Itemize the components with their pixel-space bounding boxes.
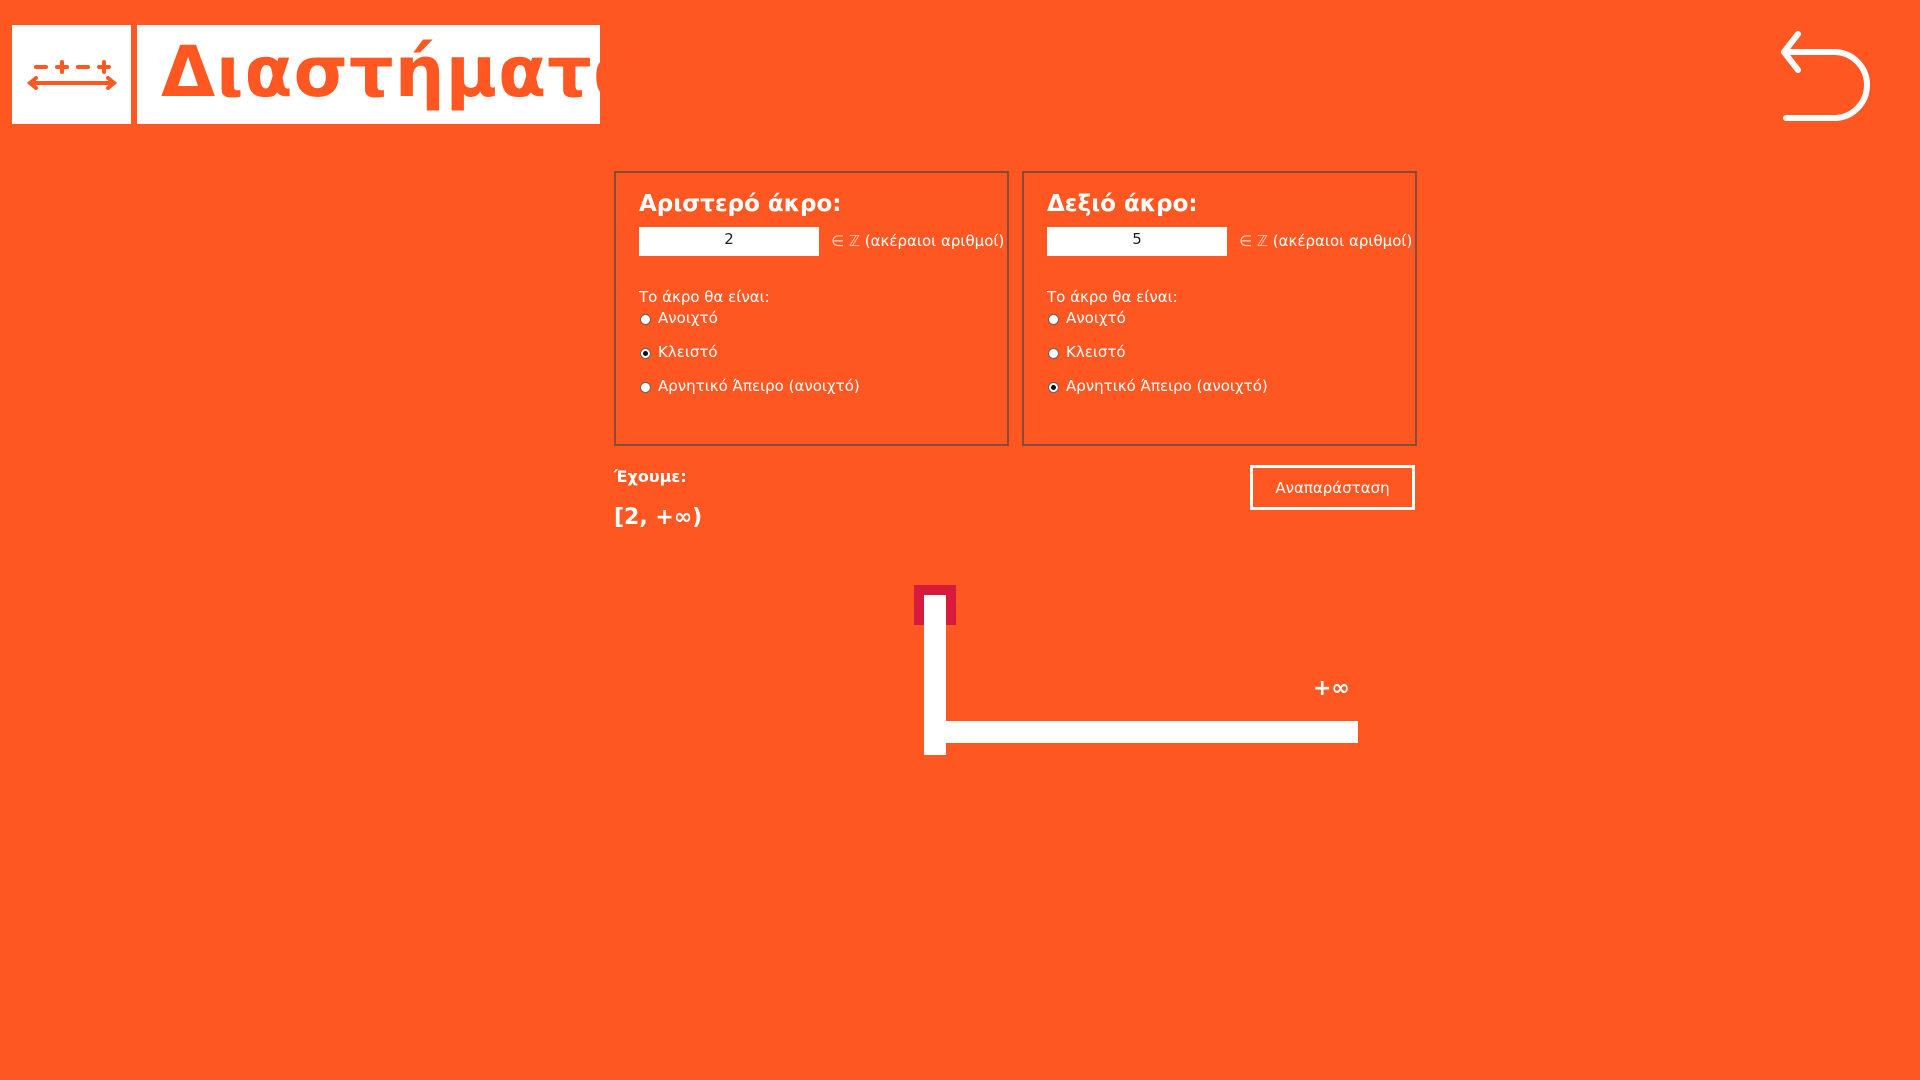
left-type-options: Ανοιχτό Κλειστό Αρνητικό Άπειρο (ανοιχτό… <box>639 308 1007 396</box>
radio-button-selected[interactable] <box>640 347 651 359</box>
radio-button[interactable] <box>640 313 651 325</box>
radio-button[interactable] <box>1048 313 1059 325</box>
right-type-options: Ανοιχτό Κλειστό Αρνητικό Άπειρο (ανοιχτό… <box>1047 308 1415 396</box>
logo <box>12 25 131 124</box>
radio-button-selected[interactable] <box>1048 381 1059 393</box>
title-banner: Διαστήματα <box>137 25 641 124</box>
back-button[interactable] <box>1778 28 1882 124</box>
draw-button[interactable]: Αναπαράσταση <box>1250 465 1415 510</box>
option-label: Κλειστό <box>658 343 718 361</box>
result-label: Έχουμε: <box>614 467 687 486</box>
radio-button[interactable] <box>1048 347 1059 359</box>
integers-symbol: ∈ ℤ <box>831 232 861 250</box>
interval-result: [2, +∞) <box>614 505 703 530</box>
left-type-label: Το άκρο θα είναι: <box>639 288 770 306</box>
page-title: Διαστήματα <box>161 30 642 113</box>
right-endpoint-panel: Δεξιό άκρο: ∈ ℤ (ακέραιοι αριθμοί) Το άκ… <box>1022 171 1417 446</box>
right-option-closed[interactable]: Κλειστό <box>1047 342 1415 362</box>
interval-graph <box>914 585 1358 755</box>
right-set-hint: ∈ ℤ (ακέραιοι αριθμοί) <box>1239 232 1412 250</box>
left-option-neg-infinity[interactable]: Αρνητικό Άπειρο (ανοιχτό) <box>639 376 1007 396</box>
option-label: Αρνητικό Άπειρο (ανοιχτό) <box>1066 377 1268 395</box>
left-endpoint-input[interactable] <box>639 226 819 256</box>
positive-infinity-label: +∞ <box>1313 676 1350 701</box>
radio-button[interactable] <box>640 381 651 393</box>
integers-text: (ακέραιοι αριθμοί) <box>1272 232 1413 250</box>
right-endpoint-input[interactable] <box>1047 226 1227 256</box>
option-label: Αρνητικό Άπειρο (ανοιχτό) <box>658 377 860 395</box>
interval-ray <box>924 721 1358 743</box>
option-label: Ανοιχτό <box>658 309 718 327</box>
left-endpoint-title: Αριστερό άκρο: <box>639 191 842 217</box>
right-option-open[interactable]: Ανοιχτό <box>1047 308 1415 328</box>
left-option-open[interactable]: Ανοιχτό <box>639 308 1007 328</box>
undo-arrow-icon <box>1781 31 1870 121</box>
integers-text: (ακέραιοι αριθμοί) <box>864 232 1005 250</box>
right-type-label: Το άκρο θα είναι: <box>1047 288 1178 306</box>
number-line-icon <box>26 59 117 90</box>
integers-symbol: ∈ ℤ <box>1239 232 1269 250</box>
left-endpoint-panel: Αριστερό άκρο: ∈ ℤ (ακέραιοι αριθμοί) Το… <box>614 171 1009 446</box>
option-label: Κλειστό <box>1066 343 1126 361</box>
left-set-hint: ∈ ℤ (ακέραιοι αριθμοί) <box>831 232 1004 250</box>
right-endpoint-title: Δεξιό άκρο: <box>1047 191 1198 217</box>
left-option-closed[interactable]: Κλειστό <box>639 342 1007 362</box>
right-option-neg-infinity[interactable]: Αρνητικό Άπειρο (ανοιχτό) <box>1047 376 1415 396</box>
option-label: Ανοιχτό <box>1066 309 1126 327</box>
